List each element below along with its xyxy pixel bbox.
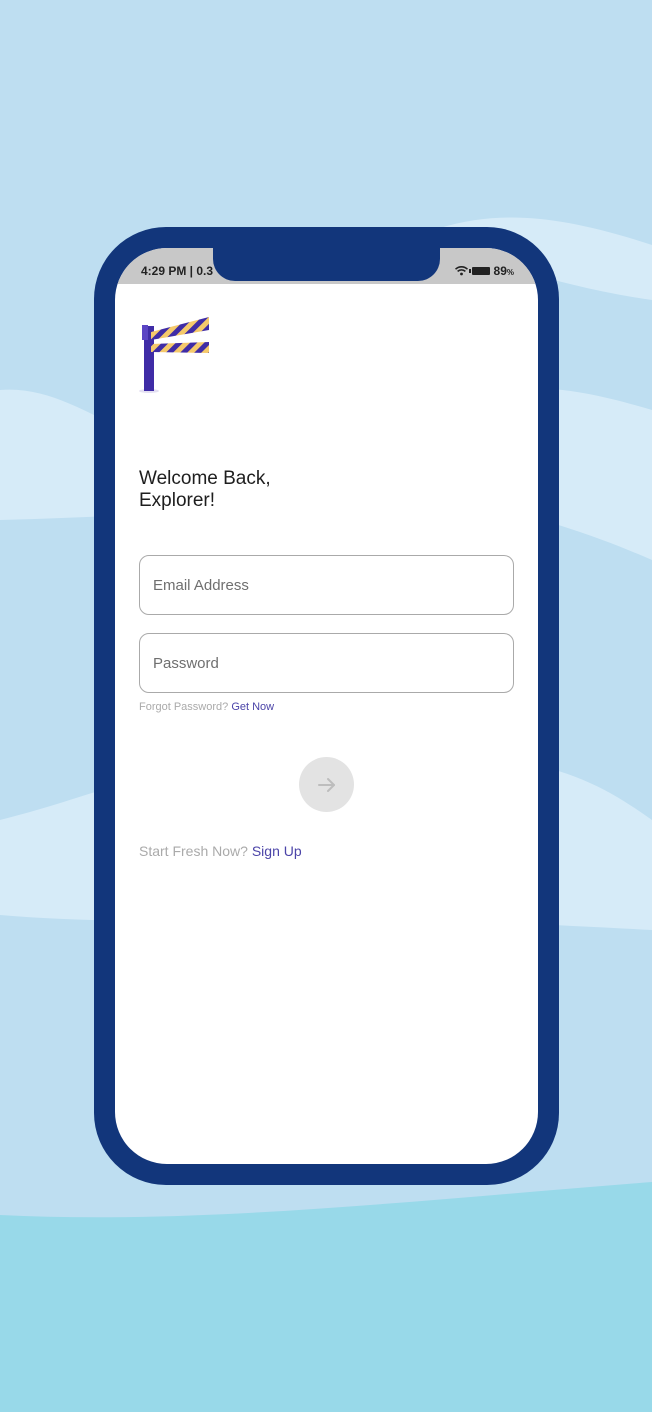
welcome-line-2: Explorer! [139,490,216,511]
status-right-group: 89% [454,264,514,278]
arrow-right-icon [317,777,335,792]
status-time: 4:29 PM | 0.3 [141,264,214,278]
battery-level: 89% [493,264,514,278]
phone-screen: 4:29 PM | 0.3 89% Welcome Back, Explorer… [115,248,538,1164]
forgot-password-text: Forgot Password? [139,701,229,713]
forgot-password-row: Forgot Password? Get Now [139,701,274,713]
phone-notch [213,248,440,281]
sign-up-link[interactable]: Sign Up [252,843,302,859]
email-input[interactable] [140,556,493,614]
get-now-link[interactable]: Get Now [231,701,274,713]
welcome-line-1: Welcome Back, [139,468,271,489]
welcome-heading: Welcome Back, Explorer! [139,468,271,512]
password-input[interactable] [140,634,493,692]
signup-text: Start Fresh Now? [139,843,248,859]
barrier-gate-icon [139,317,209,393]
password-field [139,633,514,693]
submit-button[interactable] [299,757,354,812]
signup-row: Start Fresh Now? Sign Up [139,843,302,859]
wifi-icon [454,266,468,276]
phone-frame: 4:29 PM | 0.3 89% Welcome Back, Explorer… [94,227,559,1185]
email-field [139,555,514,615]
battery-icon [468,267,490,275]
